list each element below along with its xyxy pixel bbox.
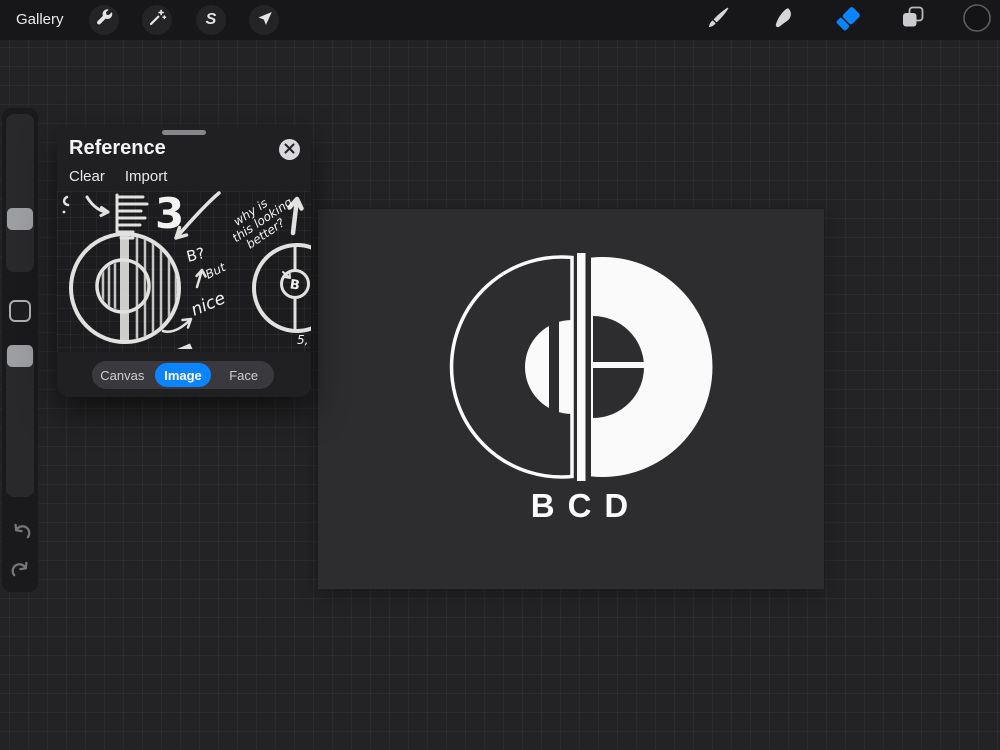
reference-sketch: 3 why is this looking better? B? But nic… (57, 191, 311, 352)
close-button[interactable] (279, 139, 300, 160)
transform-arrow-icon (253, 7, 275, 34)
logo-right-divider (591, 362, 647, 368)
sketch-number: 3 (155, 191, 184, 238)
eraser-icon (833, 3, 863, 38)
sketch-but-text: But (203, 260, 229, 282)
canvas[interactable]: BCD (318, 209, 824, 589)
panel-title: Reference (69, 137, 166, 160)
eraser-tool-button[interactable] (833, 5, 863, 35)
sketch-b-label: B (289, 277, 301, 293)
procreate-app: Gallery S (0, 0, 1000, 750)
brush-size-slider[interactable] (6, 114, 34, 272)
color-circle-icon (962, 3, 992, 38)
transform-button[interactable] (249, 5, 279, 35)
logo-wordmark: BCD (531, 487, 642, 524)
reference-image[interactable]: 3 why is this looking better? B? But nic… (57, 191, 311, 352)
sketch-curl (64, 197, 68, 205)
wrench-icon (93, 7, 115, 34)
modify-button[interactable] (9, 300, 31, 322)
sketch-e-coil (117, 195, 147, 238)
sketch-nice-text: nice (188, 288, 228, 320)
import-button[interactable]: Import (125, 168, 168, 185)
reference-panel: Reference Clear Import (57, 126, 311, 397)
sketch-five: 5, (297, 333, 308, 347)
clear-button[interactable]: Clear (69, 168, 105, 185)
panel-drag-handle[interactable] (162, 130, 206, 135)
close-icon (284, 141, 295, 159)
sketch-wedge (177, 344, 193, 350)
tab-face[interactable]: Face (215, 363, 272, 387)
undo-button[interactable] (9, 519, 33, 543)
logo-artwork: BCD (318, 209, 824, 589)
gallery-button[interactable]: Gallery (16, 0, 64, 40)
left-sidebar (2, 108, 38, 592)
actions-button[interactable] (89, 5, 119, 35)
selection-s-icon: S (206, 11, 217, 29)
undo-arrow-icon (9, 530, 33, 547)
layers-icon (898, 3, 928, 38)
logo-center-bar (577, 253, 586, 481)
redo-button[interactable] (9, 557, 33, 581)
brush-opacity-slider[interactable] (6, 345, 34, 497)
color-button[interactable] (962, 5, 992, 35)
panel-actions: Clear Import (69, 168, 167, 185)
tab-canvas[interactable]: Canvas (94, 363, 151, 387)
logo-left-stripe (549, 311, 559, 423)
sketch-main-circle (71, 233, 179, 343)
tab-image[interactable]: Image (155, 363, 212, 387)
sketch-b-question: B? (185, 244, 207, 266)
brush-tool-button[interactable] (703, 5, 733, 35)
brush-opacity-handle[interactable] (7, 345, 33, 367)
smudge-tool-button[interactable] (768, 5, 798, 35)
brush-icon (703, 3, 733, 38)
reference-source-tabs: Canvas Image Face (92, 361, 274, 389)
sketch-right-circle (254, 245, 311, 331)
top-toolbar: Gallery S (0, 0, 1000, 40)
redo-arrow-icon (9, 568, 33, 585)
smudge-icon (768, 3, 798, 38)
adjustments-button[interactable] (142, 5, 172, 35)
selection-button[interactable]: S (196, 5, 226, 35)
sketch-curve-arrow (87, 197, 108, 216)
magic-wand-icon (146, 7, 168, 34)
layers-button[interactable] (898, 5, 928, 35)
brush-size-handle[interactable] (7, 208, 33, 230)
